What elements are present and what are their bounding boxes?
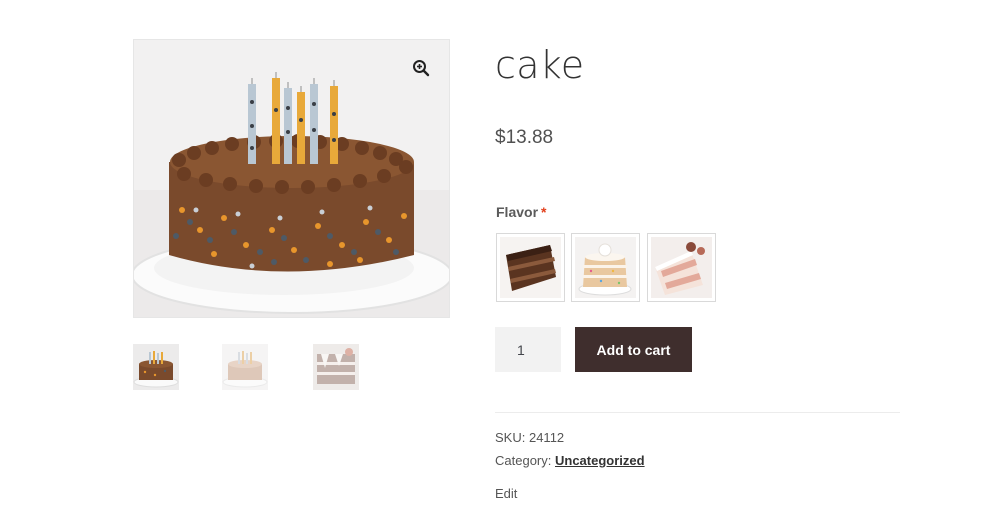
swatch-strawberry[interactable] [647, 233, 716, 302]
edit-link[interactable]: Edit [495, 486, 517, 501]
divider [495, 412, 900, 413]
category-link[interactable]: Uncategorized [555, 453, 645, 468]
flavor-label: Flavor * [496, 204, 546, 220]
strawberry-cake-swatch-image [651, 237, 712, 298]
sku-value: 24112 [528, 430, 565, 445]
sku-label: SKU: [495, 430, 526, 445]
swatch-chocolate[interactable] [496, 233, 565, 302]
product-title: cake [495, 43, 585, 87]
product-sku: SKU: 24112 [495, 429, 564, 447]
add-to-cart-button[interactable]: Add to cart [575, 327, 692, 372]
swatch-funfetti[interactable] [571, 233, 640, 302]
thumbnail-image [313, 344, 359, 390]
product-category: Category: Uncategorized [495, 452, 645, 470]
gallery-thumbnail[interactable] [133, 344, 179, 390]
vanilla-cake-swatch-image [575, 237, 636, 298]
cake-image [134, 40, 449, 317]
thumbnail-image [133, 344, 179, 390]
flavor-label-text: Flavor [496, 204, 539, 220]
quantity-input[interactable] [495, 327, 561, 372]
product-main-image[interactable] [133, 39, 450, 318]
product-price: $13.88 [495, 127, 554, 148]
gallery-thumbnail[interactable] [313, 344, 359, 390]
required-mark: * [541, 204, 547, 220]
zoom-button[interactable] [407, 54, 435, 82]
category-label: Category: [495, 453, 552, 468]
chocolate-cake-swatch-image [500, 237, 561, 298]
gallery-thumbnail[interactable] [222, 344, 268, 390]
thumbnail-image [222, 344, 268, 390]
zoom-in-icon [413, 60, 430, 77]
